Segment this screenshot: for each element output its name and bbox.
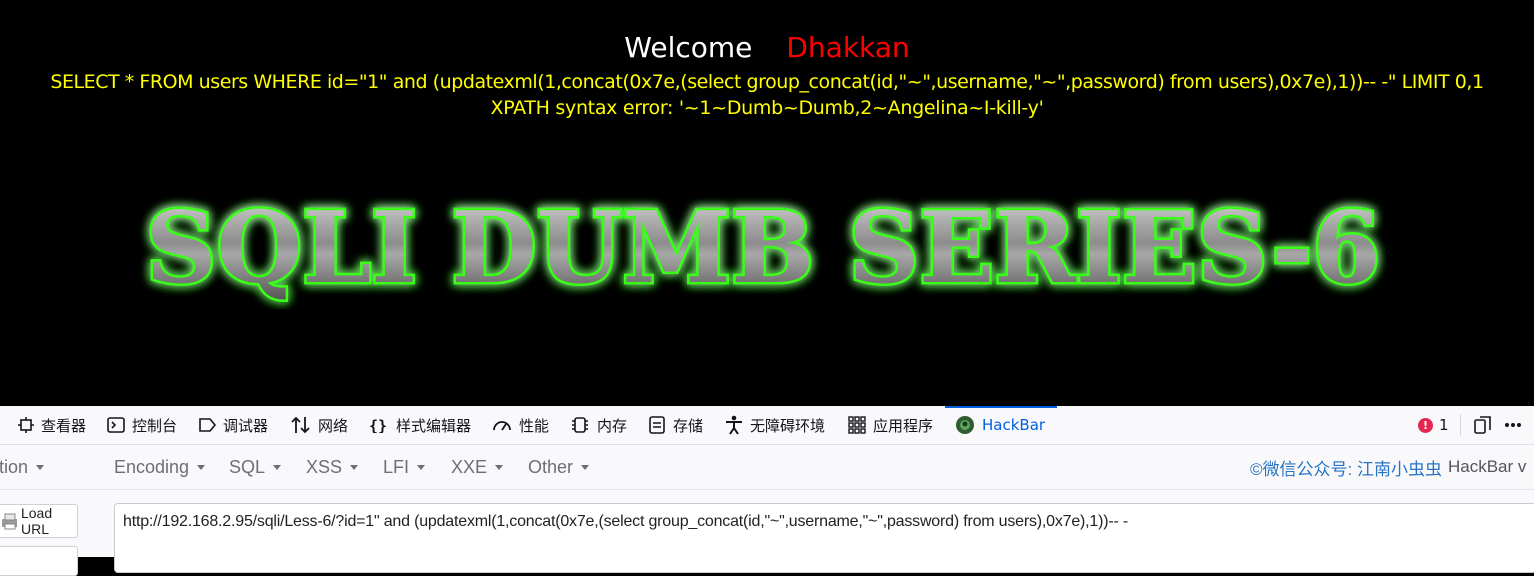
svg-text:{}: {} (369, 417, 387, 433)
more-options-icon[interactable] (1503, 415, 1523, 435)
tab-network[interactable]: 网络 (291, 406, 348, 444)
error-count[interactable]: ! 1 (1418, 406, 1449, 444)
network-icon (291, 416, 310, 434)
devtools-panel: 查看器 控制台 调试器 网络 {} 样式编辑器 性能 内存 存储 无障碍环境 应… (0, 406, 1534, 576)
inspector-icon (18, 417, 34, 433)
performance-icon (493, 421, 511, 431)
tab-storage[interactable]: 存储 (648, 406, 703, 444)
application-icon (848, 416, 866, 434)
menu-label: LFI (383, 456, 410, 477)
menu-sql[interactable]: SQL (229, 445, 282, 489)
split-url-button[interactable] (0, 546, 78, 576)
sqli-dumb-series-banner: SQLI DUMB SERIES-6 (143, 190, 1383, 309)
hackbar-menu: Encryption Encoding SQL XSS LFI XXE Othe… (0, 445, 1534, 490)
tab-style-editor[interactable]: {} 样式编辑器 (369, 406, 471, 444)
menu-label: XXE (451, 456, 488, 477)
username-text: Dhakkan (786, 31, 910, 64)
tab-performance[interactable]: 性能 (492, 406, 549, 444)
error-icon: ! (1418, 417, 1433, 433)
tab-label: HackBar (982, 416, 1046, 434)
menu-label: Other (528, 456, 574, 477)
tab-memory[interactable]: 内存 (570, 406, 627, 444)
menu-xss[interactable]: XSS (306, 445, 359, 489)
storage-icon (649, 416, 665, 434)
tab-label: 控制台 (132, 416, 178, 435)
tab-label: 存储 (673, 416, 704, 435)
page-area: Welcome Dhakkan SELECT * FROM users WHERE… (0, 0, 1534, 406)
tab-application[interactable]: 应用程序 (848, 406, 933, 444)
devtools-toolbar: 查看器 控制台 调试器 网络 {} 样式编辑器 性能 内存 存储 无障碍环境 应… (0, 406, 1534, 445)
tab-label: 应用程序 (873, 416, 934, 435)
menu-label: Encryption (0, 456, 29, 477)
tab-label: 内存 (597, 416, 628, 435)
menu-other[interactable]: Other (528, 445, 590, 489)
menu-encryption[interactable]: Encryption (0, 445, 45, 489)
tab-label: 调试器 (223, 416, 269, 435)
error-count-value: 1 (1439, 416, 1449, 434)
tab-console[interactable]: 控制台 (107, 406, 177, 444)
accessibility-icon (726, 415, 742, 435)
welcome-text: Welcome (624, 31, 753, 64)
menu-label: XSS (306, 456, 343, 477)
load-url-icon (2, 513, 17, 530)
chevron-down-icon (36, 464, 45, 470)
banner-title: SQLI DUMB SERIES-6 (146, 191, 1381, 306)
tab-label: 网络 (318, 416, 349, 435)
menu-label: SQL (229, 456, 266, 477)
menu-xxe[interactable]: XXE (451, 445, 504, 489)
tab-label: 性能 (519, 416, 550, 435)
load-url-button[interactable]: Load URL (0, 504, 78, 538)
credit-text: ©微信公众号: 江南小虫虫 (1250, 459, 1442, 479)
hackbar-version: HackBar v (1447, 457, 1527, 476)
toolbar-divider (1460, 414, 1461, 436)
xpath-error-text: XPATH syntax error: '~1~Dumb~Dumb,2~Ange… (490, 97, 1044, 119)
chevron-down-icon (350, 464, 359, 470)
chevron-down-icon (417, 464, 426, 470)
debugger-icon (199, 418, 216, 432)
menu-lfi[interactable]: LFI (383, 445, 426, 489)
menu-label: Encoding (114, 456, 190, 477)
load-url-label: Load URL (20, 505, 53, 537)
tab-label: 样式编辑器 (396, 416, 472, 435)
chevron-down-icon (581, 464, 590, 470)
welcome-line: Welcome Dhakkan (0, 30, 1534, 66)
hackbar-icon (956, 416, 974, 434)
sql-query-text: SELECT * FROM users WHERE id="1" and (up… (50, 71, 1484, 93)
tab-label: 无障碍环境 (750, 416, 826, 435)
chevron-down-icon (495, 464, 504, 470)
chevron-down-icon (197, 464, 206, 470)
console-icon (107, 417, 125, 433)
tab-accessibility[interactable]: 无障碍环境 (725, 406, 825, 444)
memory-icon (572, 417, 588, 433)
menu-encoding[interactable]: Encoding (114, 445, 206, 489)
tab-debugger[interactable]: 调试器 (198, 406, 268, 444)
tab-label: 查看器 (41, 416, 87, 435)
url-input[interactable]: http://192.168.2.95/sqli/Less-6/?id=1" a… (114, 503, 1534, 573)
chevron-down-icon (273, 464, 282, 470)
tab-hackbar[interactable]: HackBar (944, 406, 1058, 444)
tab-inspector[interactable]: 查看器 (18, 406, 86, 444)
hackbar-credit: ©微信公众号: 江南小虫虫 HackBar v (1250, 445, 1526, 489)
style-editor-icon: {} (369, 417, 387, 433)
dock-side-icon[interactable] (1473, 415, 1493, 435)
